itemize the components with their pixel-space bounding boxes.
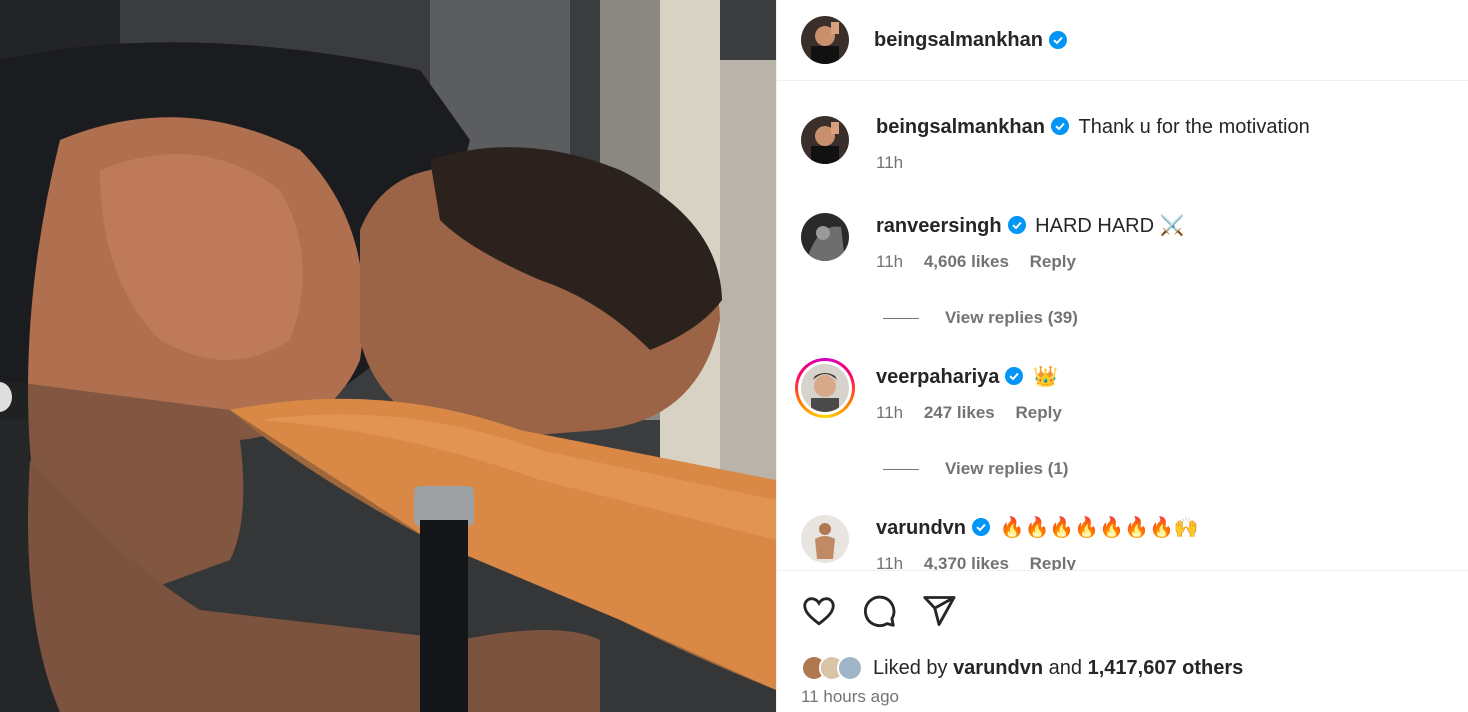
- view-replies-button[interactable]: View replies (1): [883, 459, 1068, 479]
- comment-text: HARD HARD ⚔️: [1035, 215, 1185, 237]
- liker-avatar: [837, 655, 863, 681]
- post-image: [0, 0, 776, 712]
- comment-likes[interactable]: 4,370 likes: [924, 554, 1009, 570]
- comment-username[interactable]: varundvn: [876, 517, 966, 539]
- post-timestamp[interactable]: 11 hours ago: [801, 687, 899, 707]
- comment-time: 11h: [876, 554, 904, 570]
- view-replies-label: View replies (39): [945, 308, 1078, 327]
- comment-item: varundvn 🔥🔥🔥🔥🔥🔥🔥🙌 11h 4,370 likes Reply: [801, 515, 1199, 570]
- caption-author-avatar[interactable]: [801, 116, 849, 164]
- view-replies-button[interactable]: View replies (39): [883, 308, 1078, 328]
- comments-list[interactable]: beingsalmankhan Thank u for the motivati…: [777, 82, 1468, 570]
- comment-reply-button[interactable]: Reply: [1015, 403, 1061, 422]
- caption-time: 11h: [876, 153, 904, 172]
- post-actions: Liked by varundvn and 1,417,607 others 1…: [777, 570, 1468, 712]
- author-avatar[interactable]: [801, 16, 849, 64]
- liked-by-others[interactable]: 1,417,607 others: [1088, 657, 1244, 680]
- post-header: beingsalmankhan: [777, 0, 1468, 81]
- heart-icon[interactable]: [801, 593, 837, 629]
- share-icon[interactable]: [921, 593, 957, 629]
- commenter-avatar: [801, 364, 849, 412]
- comment-item: veerpahariya 👑 11h 247 likes Reply: [795, 358, 1078, 423]
- comment-username[interactable]: veerpahariya: [876, 366, 999, 388]
- comment-likes[interactable]: 4,606 likes: [924, 252, 1009, 271]
- liker-avatars: [801, 655, 863, 681]
- verified-badge-icon: [1048, 31, 1067, 49]
- comment-likes[interactable]: 247 likes: [924, 403, 995, 422]
- comment-icon[interactable]: [861, 593, 897, 629]
- commenter-avatar[interactable]: [801, 515, 849, 563]
- liked-by-user[interactable]: varundvn: [953, 657, 1043, 680]
- comment-text: 🔥🔥🔥🔥🔥🔥🔥🙌: [999, 517, 1199, 539]
- verified-badge-icon: [1050, 117, 1069, 135]
- liked-and: and: [1048, 656, 1083, 679]
- comment-reply-button[interactable]: Reply: [1030, 554, 1076, 570]
- caption: beingsalmankhan Thank u for the motivati…: [801, 116, 1310, 173]
- comment-time: 11h: [876, 252, 904, 271]
- likes-summary[interactable]: Liked by varundvn and 1,417,607 others: [801, 655, 1243, 681]
- replies-divider: [883, 468, 919, 470]
- commenter-avatar[interactable]: [801, 213, 849, 261]
- author-username[interactable]: beingsalmankhan: [874, 29, 1043, 52]
- post-image-art: [0, 0, 776, 712]
- comment-text: 👑: [1032, 366, 1058, 388]
- verified-badge-icon: [1005, 367, 1024, 385]
- story-ring[interactable]: [795, 358, 855, 418]
- caption-username[interactable]: beingsalmankhan: [876, 116, 1045, 138]
- view-replies-label: View replies (1): [945, 459, 1069, 478]
- verified-badge-icon: [1007, 216, 1026, 234]
- comment-time: 11h: [876, 403, 904, 422]
- comment-username[interactable]: ranveersingh: [876, 215, 1002, 237]
- liked-prefix: Liked by: [873, 656, 948, 679]
- post-details-panel: beingsalmankhan beingsalmankhan Thank u …: [776, 0, 1468, 712]
- comment-item: ranveersingh HARD HARD ⚔️ 11h 4,606 like…: [801, 213, 1185, 272]
- replies-divider: [883, 317, 919, 319]
- caption-text: Thank u for the motivation: [1078, 116, 1310, 138]
- verified-badge-icon: [972, 518, 991, 536]
- comment-reply-button[interactable]: Reply: [1030, 252, 1076, 271]
